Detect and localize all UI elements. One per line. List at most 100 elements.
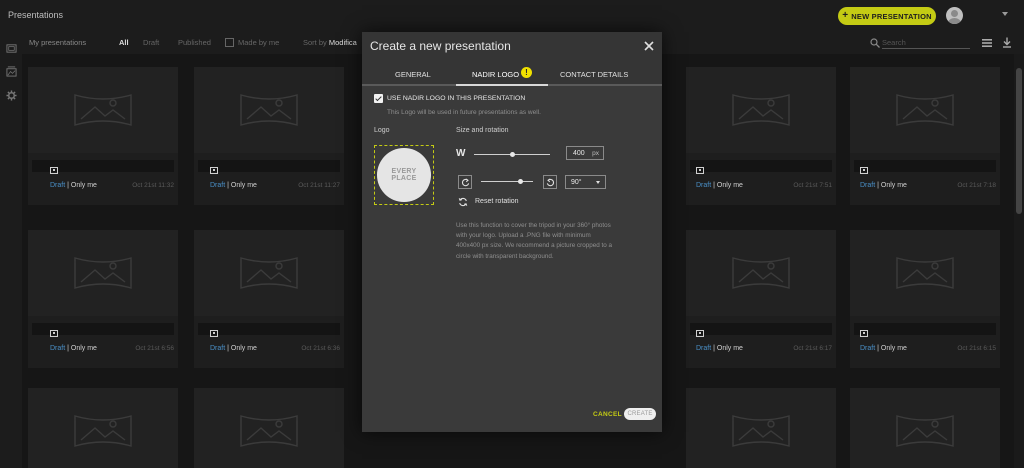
made-by-me-checkbox[interactable] (225, 38, 234, 47)
filter-draft[interactable]: Draft (143, 38, 159, 47)
cancel-button[interactable]: CANCEL (593, 411, 622, 418)
presentation-card[interactable] (28, 388, 178, 468)
card-name-bar (198, 323, 340, 335)
presentation-card[interactable] (850, 388, 1000, 468)
new-presentation-label: NEW PRESENTATION (851, 11, 932, 21)
card-meta: Draft | Only me (210, 182, 257, 189)
use-nadir-logo-label: USE NADIR LOGO IN THIS PRESENTATION (387, 95, 526, 102)
card-thumbnail (28, 230, 178, 316)
sort-control[interactable]: Sort by Modifica (303, 38, 357, 47)
width-label: W (456, 148, 466, 159)
image-placeholder-icon (74, 94, 132, 126)
presentation-card[interactable]: Draft | Only me Oct 21st 11:27 (194, 67, 344, 205)
rotate-left-button[interactable] (458, 175, 472, 189)
image-placeholder-icon (240, 415, 298, 447)
presentation-card[interactable] (686, 388, 836, 468)
create-button[interactable]: CREATE (624, 408, 656, 420)
presentations-icon[interactable] (6, 43, 17, 54)
page-scrollbar[interactable] (1014, 54, 1024, 468)
chevron-down-icon[interactable] (1002, 12, 1008, 16)
presentation-card[interactable]: Draft | Only me Oct 21st 6:17 (686, 230, 836, 368)
rotation-slider-track[interactable] (481, 181, 533, 182)
create-presentation-dialog: Create a new presentation GENERAL NADIR … (362, 32, 662, 432)
card-thumbnail (28, 67, 178, 153)
photo-type-icon (210, 167, 218, 174)
close-icon[interactable] (643, 40, 655, 52)
presentation-card[interactable]: Draft | Only me Oct 21st 6:56 (28, 230, 178, 368)
card-thumbnail (850, 388, 1000, 468)
rotate-right-icon (546, 177, 554, 186)
card-meta: Draft | Only me (50, 345, 97, 352)
photo-type-icon (860, 167, 868, 174)
card-date: Oct 21st 6:36 (301, 345, 340, 352)
card-owner: | Only me (65, 345, 97, 352)
card-name-bar (690, 160, 832, 172)
tab-nadir-logo[interactable]: NADIR LOGO (472, 70, 519, 79)
image-placeholder-icon (732, 257, 790, 289)
media-library-icon[interactable] (6, 66, 17, 77)
photo-type-icon (50, 330, 58, 337)
image-placeholder-icon (896, 257, 954, 289)
card-date: Oct 21st 7:18 (957, 182, 996, 189)
use-nadir-logo-checkbox[interactable] (374, 94, 383, 103)
card-date: Oct 21st 11:32 (132, 182, 174, 189)
card-status: Draft (50, 345, 66, 352)
rotation-slider-handle[interactable] (517, 179, 523, 184)
card-meta: Draft | Only me (860, 345, 907, 352)
active-tab-indicator (456, 84, 548, 86)
search-input[interactable] (882, 36, 970, 49)
card-name-bar (198, 160, 340, 172)
presentation-card[interactable] (194, 388, 344, 468)
card-thumbnail (194, 230, 344, 316)
presentation-card[interactable]: Draft | Only me Oct 21st 11:32 (28, 67, 178, 205)
reset-rotation-icon[interactable] (458, 197, 468, 207)
card-name-bar (854, 323, 996, 335)
app-root: Presentations + NEW PRESENTATION My pres… (0, 0, 1024, 468)
logo-section-label: Logo (374, 127, 390, 134)
presentation-card[interactable]: Draft | Only me Oct 21st 6:15 (850, 230, 1000, 368)
width-value: 400 (573, 150, 585, 157)
photo-type-icon (860, 330, 868, 337)
card-thumbnail (28, 388, 178, 468)
download-icon[interactable] (1002, 37, 1012, 48)
rotate-right-button[interactable] (543, 175, 557, 189)
card-owner: | Only me (711, 345, 743, 352)
section-title: My presentations (29, 38, 87, 47)
top-bar: Presentations + NEW PRESENTATION (0, 0, 1024, 32)
user-avatar[interactable] (946, 7, 963, 24)
image-placeholder-icon (896, 94, 954, 126)
card-status: Draft (50, 182, 66, 189)
presentation-card[interactable]: Draft | Only me Oct 21st 6:36 (194, 230, 344, 368)
dialog-title: Create a new presentation (370, 39, 511, 53)
rotation-select[interactable]: 90° (565, 175, 606, 189)
reset-rotation-button[interactable]: Reset rotation (475, 198, 519, 205)
tab-contact-details[interactable]: CONTACT DETAILS (560, 70, 628, 79)
card-status: Draft (696, 345, 712, 352)
logo-image-text: EVERY PLACE (384, 168, 424, 182)
card-thumbnail (850, 67, 1000, 153)
logo-upload-area[interactable]: EVERY PLACE (374, 145, 434, 205)
card-date: Oct 21st 11:27 (298, 182, 340, 189)
width-input[interactable]: 400 px (566, 146, 604, 160)
width-slider-handle[interactable] (509, 152, 515, 157)
card-meta: Draft | Only me (860, 182, 907, 189)
presentation-card[interactable]: Draft | Only me Oct 21st 7:51 (686, 67, 836, 205)
card-name-bar (690, 323, 832, 335)
presentation-card[interactable]: Draft | Only me Oct 21st 7:18 (850, 67, 1000, 205)
tab-general[interactable]: GENERAL (395, 70, 431, 79)
sort-value: Modifica (328, 38, 357, 47)
card-date: Oct 21st 6:15 (957, 345, 996, 352)
scrollbar-thumb[interactable] (1016, 68, 1022, 214)
image-placeholder-icon (74, 257, 132, 289)
filter-all[interactable]: All (119, 38, 129, 47)
card-meta: Draft | Only me (210, 345, 257, 352)
new-presentation-button[interactable]: + NEW PRESENTATION (838, 7, 936, 25)
made-by-me-label: Made by me (238, 38, 280, 47)
use-nadir-logo-note: This Logo will be used in future present… (387, 109, 541, 116)
filter-published[interactable]: Published (178, 38, 211, 47)
logo-text-line1: EVERY (391, 168, 417, 175)
card-thumbnail (194, 388, 344, 468)
list-view-icon[interactable] (982, 38, 992, 48)
search-icon (870, 38, 880, 48)
settings-gear-icon[interactable] (6, 90, 17, 101)
